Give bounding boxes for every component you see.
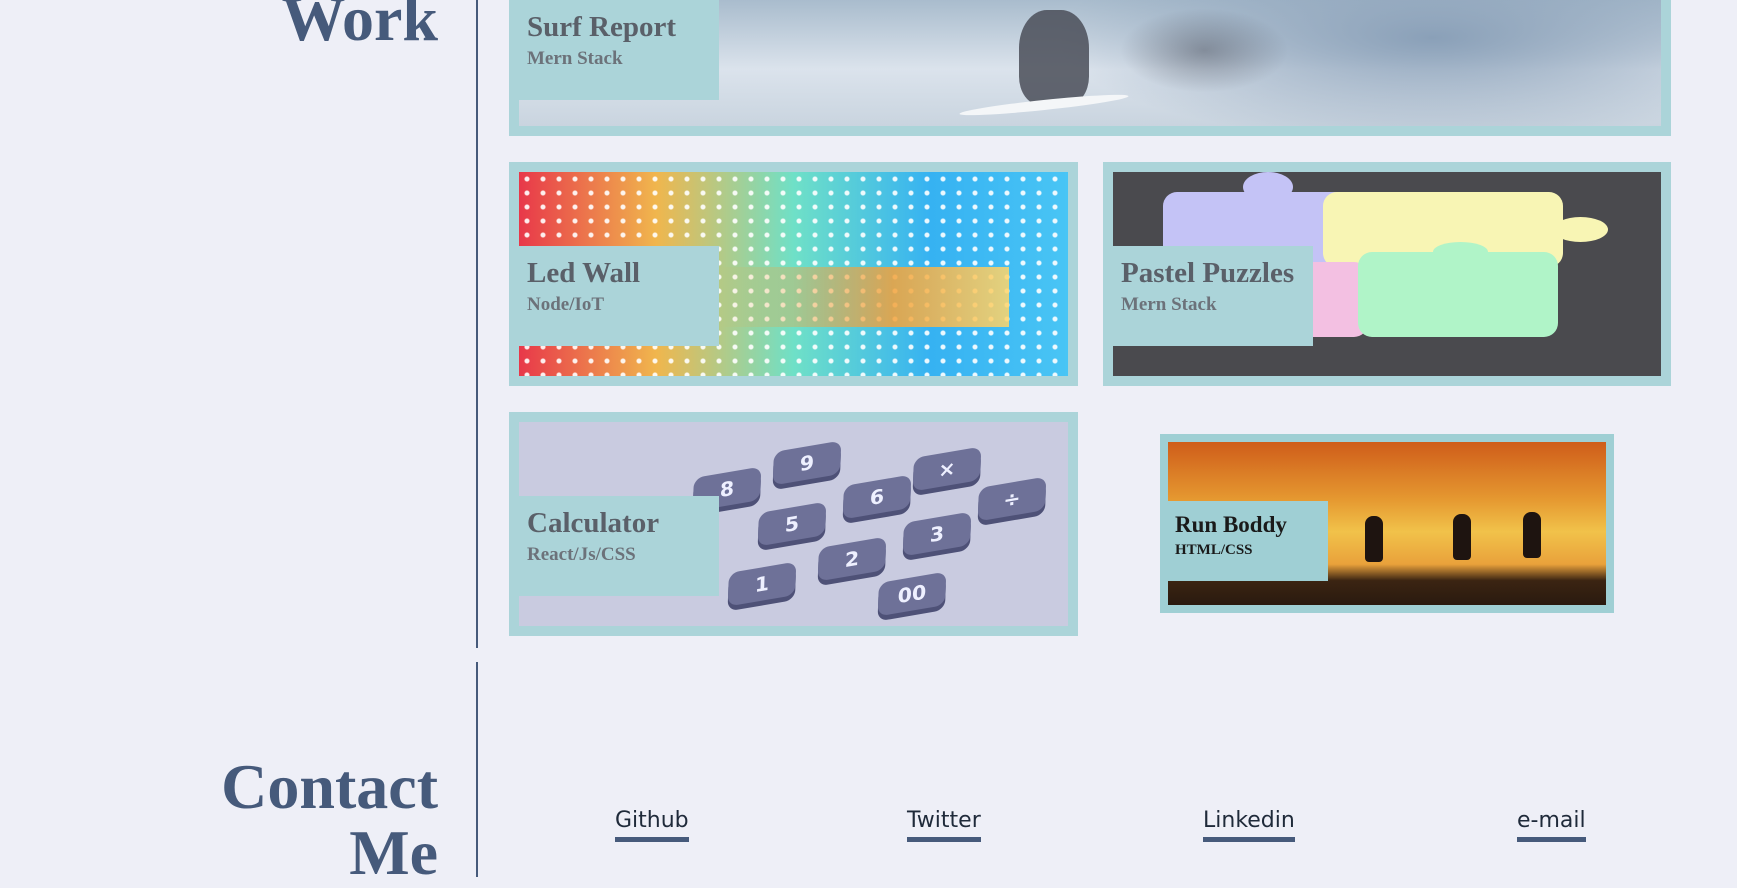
calc-key: 5 <box>757 501 827 547</box>
project-name: Surf Report <box>527 11 677 43</box>
runner-silhouette <box>1365 516 1383 562</box>
project-card-led-wall[interactable]: Led Wall Node/IoT <box>509 162 1078 386</box>
surfer-photo: Surf Report Mern Stack <box>519 0 1661 126</box>
project-label: Led Wall Node/IoT <box>519 246 719 346</box>
twitter-link[interactable]: Twitter <box>907 806 981 842</box>
project-label: Surf Report Mern Stack <box>519 0 719 100</box>
work-divider <box>476 0 478 648</box>
calc-key: 6 <box>842 474 912 520</box>
calc-key: × <box>912 446 982 492</box>
led-wall-photo: Led Wall Node/IoT <box>519 172 1068 376</box>
puzzle-pieces-photo: Pastel Puzzles Mern Stack <box>1113 172 1661 376</box>
contact-section-title: Contact Me <box>221 754 438 886</box>
project-name: Run Boddy <box>1175 512 1287 537</box>
linkedin-link[interactable]: Linkedin <box>1203 806 1295 842</box>
work-section-title: Work <box>281 0 438 54</box>
puzzle-knob-mint <box>1433 242 1488 262</box>
runner-silhouette <box>1523 512 1541 558</box>
calc-key: 2 <box>817 536 887 582</box>
project-card-run-boddy[interactable]: Run Boddy HTML/CSS <box>1160 434 1614 613</box>
surfer-figure <box>1019 10 1089 105</box>
project-stack: Mern Stack <box>527 48 623 69</box>
project-stack: React/Js/CSS <box>527 544 636 565</box>
runner-silhouette <box>1453 514 1471 560</box>
contact-divider <box>476 662 478 877</box>
project-name: Calculator <box>527 507 660 539</box>
contact-title-line: Me <box>349 817 438 888</box>
contact-title-line: Contact <box>221 751 438 822</box>
project-card-surf-report[interactable]: Surf Report Mern Stack <box>509 0 1671 136</box>
project-name: Led Wall <box>527 257 641 289</box>
project-label: Pastel Puzzles Mern Stack <box>1113 246 1313 346</box>
calc-key: ÷ <box>977 476 1047 522</box>
calc-key: 1 <box>727 561 797 607</box>
github-link[interactable]: Github <box>615 806 689 842</box>
project-stack: Mern Stack <box>1121 294 1217 315</box>
project-stack: HTML/CSS <box>1175 542 1253 558</box>
calc-key: 00 <box>877 571 947 617</box>
project-label: Run Boddy HTML/CSS <box>1168 501 1328 581</box>
calc-key: 9 <box>772 440 842 486</box>
project-card-pastel-puzzles[interactable]: Pastel Puzzles Mern Stack <box>1103 162 1671 386</box>
project-stack: Node/IoT <box>527 294 605 315</box>
calc-key: 3 <box>902 511 972 557</box>
project-name: Pastel Puzzles <box>1121 257 1295 289</box>
email-link[interactable]: e-mail <box>1517 806 1586 842</box>
light-streak <box>719 267 1009 327</box>
project-card-calculator[interactable]: 9 8 6 5 3 2 1 00 × ÷ Calculator React/Js… <box>509 412 1078 636</box>
project-label: Calculator React/Js/CSS <box>519 496 719 596</box>
puzzle-knob-yellow <box>1553 217 1608 242</box>
puzzle-piece-mint <box>1358 252 1558 337</box>
calculator-keys-photo: 9 8 6 5 3 2 1 00 × ÷ Calculator React/Js… <box>519 422 1068 626</box>
puzzle-knob-lavender <box>1243 172 1293 202</box>
runners-sunset-photo: Run Boddy HTML/CSS <box>1168 442 1606 605</box>
